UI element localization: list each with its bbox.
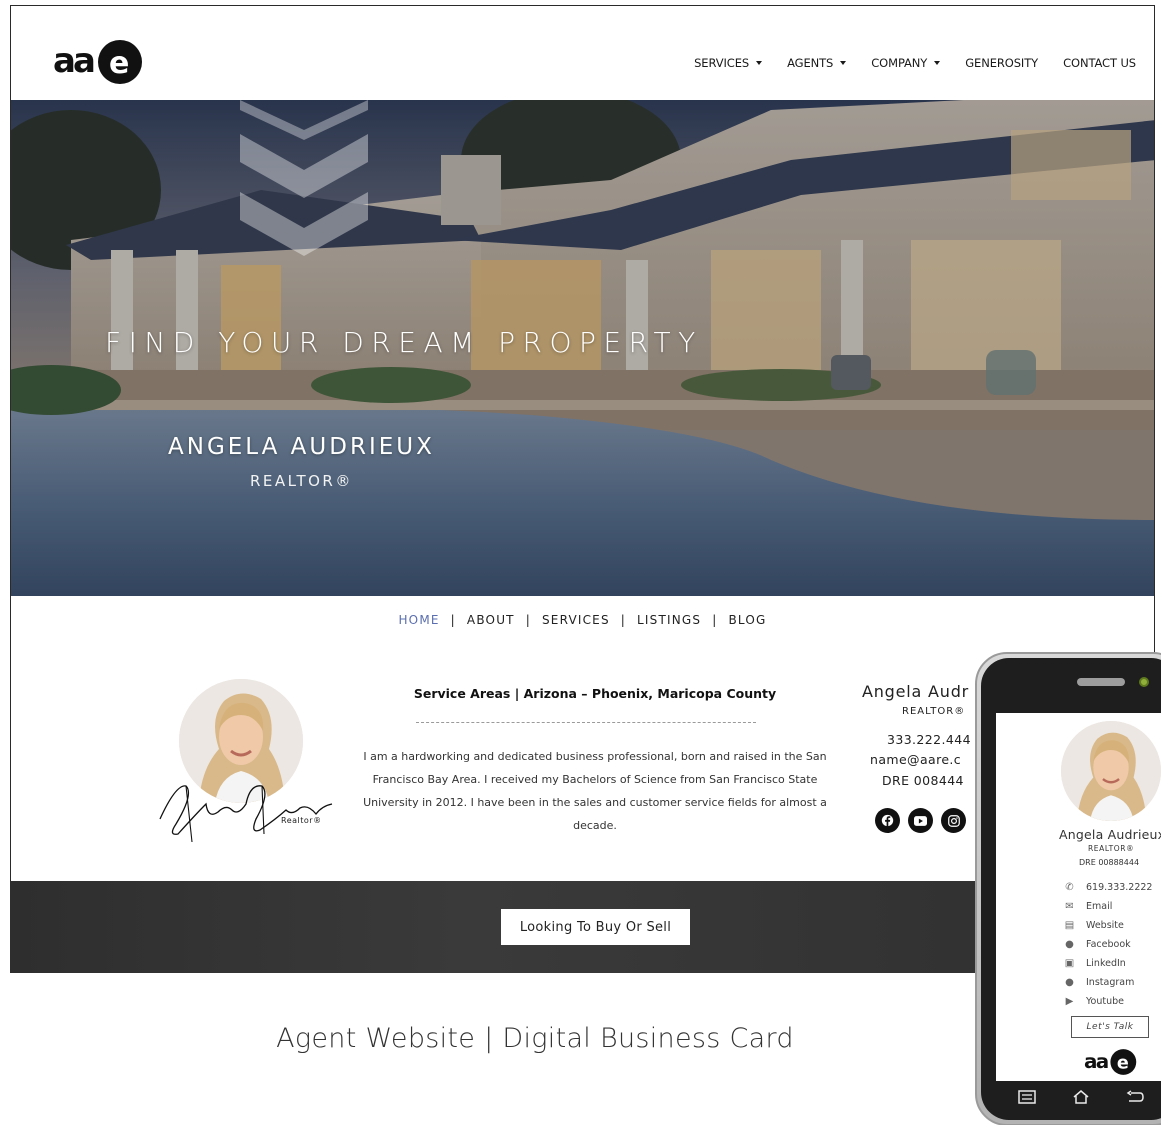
hero-title: FIND YOUR DREAM PROPERTY [105, 326, 703, 359]
svg-text:aa: aa [1084, 1049, 1108, 1073]
subnav-separator: | [712, 613, 718, 627]
card-link-phone[interactable]: ✆ 619.333.2222 [1063, 878, 1152, 897]
nav-services-label: SERVICES [694, 56, 750, 70]
subnav-listings[interactable]: LISTINGS [637, 613, 701, 627]
agent-bio: I am a hardworking and dedicated busines… [363, 750, 827, 832]
nav-contact-us-label: CONTACT US [1063, 56, 1136, 70]
menu-icon[interactable] [1016, 1088, 1038, 1106]
nav-agents-label: AGENTS [787, 56, 834, 70]
social-links [875, 808, 966, 833]
website-icon: ▤ [1064, 920, 1075, 931]
card-link-label: Instagram [1086, 977, 1135, 988]
nav-services[interactable]: SERVICES [694, 56, 763, 70]
subnav-separator: | [525, 613, 531, 627]
lets-talk-button[interactable]: Let's Talk [1071, 1016, 1149, 1038]
scroll-down-chevron-icon[interactable] [240, 100, 368, 260]
agent-subnav: HOME | ABOUT | SERVICES | LISTINGS | BLOG [11, 613, 1154, 627]
contact-phone[interactable]: 333.222.444 [887, 732, 971, 747]
card-link-label: LinkedIn [1086, 958, 1126, 969]
card-links: ✆ 619.333.2222 ✉ Email ▤ Website ● Facebook … [1063, 878, 1153, 1011]
aare-logo[interactable]: aa r e [53, 39, 145, 85]
card-link-instagram[interactable]: ● Instagram [1063, 973, 1152, 992]
card-link-label: Email [1086, 901, 1113, 912]
linkedin-icon: ▣ [1064, 958, 1075, 969]
hero-banner: FIND YOUR DREAM PROPERTY ANGELA AUDRIEUX… [11, 100, 1154, 596]
instagram-icon: ● [1065, 977, 1074, 988]
phone-softkeys [996, 1088, 1161, 1106]
section-divider [416, 722, 756, 723]
email-icon: ✉ [1065, 901, 1074, 912]
facebook-icon[interactable] [875, 808, 900, 833]
signature-caption: Realtor® [281, 816, 322, 825]
card-link-facebook[interactable]: ● Facebook [1063, 935, 1152, 954]
card-agent-name: Angela Audrieux [1059, 827, 1161, 842]
card-link-label: Facebook [1086, 939, 1131, 950]
nav-company[interactable]: COMPANY [871, 56, 941, 70]
digital-business-card-screen: Angela Audrieux REALTOR® DRE 00888444 ✆ 6… [996, 713, 1161, 1081]
card-link-label: 619.333.2222 [1086, 882, 1153, 893]
signature-image [159, 785, 333, 843]
svg-text:aa: aa [53, 41, 94, 81]
service-areas-heading: Service Areas | Arizona – Phoenix, Maric… [413, 686, 777, 701]
card-link-linkedin[interactable]: ▣ LinkedIn [1063, 954, 1152, 973]
svg-text:e: e [1117, 1053, 1129, 1073]
phone-speaker [1077, 678, 1125, 686]
looking-to-buy-or-sell-button[interactable]: Looking To Buy Or Sell [501, 909, 690, 945]
phone-icon: ✆ [1065, 882, 1074, 893]
main-nav: SERVICES AGENTS COMPANY GENEROSITY CONTA… [669, 56, 1136, 70]
card-dre: DRE 00888444 [1079, 858, 1140, 867]
site-header: aa r e SERVICES AGENTS COMPANY GENEROSIT… [11, 6, 1154, 100]
nav-contact-us[interactable]: CONTACT US [1063, 56, 1136, 70]
card-agent-title: REALTOR® [1088, 844, 1135, 853]
card-link-label: Youtube [1086, 996, 1124, 1007]
showcase-caption: Agent Website | Digital Business Card [276, 1023, 794, 1054]
back-icon[interactable] [1124, 1088, 1146, 1106]
chevron-down-icon [934, 61, 941, 65]
card-link-website[interactable]: ▤ Website [1063, 916, 1152, 935]
subnav-blog[interactable]: BLOG [729, 613, 767, 627]
subnav-separator: | [620, 613, 627, 627]
contact-email[interactable]: name@aare.c [870, 752, 961, 767]
phone-camera [1139, 677, 1149, 687]
contact-agent-title: REALTOR® [902, 706, 966, 717]
card-link-label: Website [1086, 920, 1124, 931]
chevron-down-icon [756, 61, 763, 65]
nav-generosity-label: GENEROSITY [965, 56, 1039, 70]
instagram-icon[interactable] [941, 808, 966, 833]
home-icon[interactable] [1070, 1088, 1092, 1106]
youtube-icon[interactable] [908, 808, 933, 833]
contact-dre: DRE 008444 [882, 773, 964, 788]
nav-generosity[interactable]: GENEROSITY [965, 56, 1038, 70]
phone-mockup: Angela Audrieux REALTOR® DRE 00888444 ✆ 6… [975, 652, 1161, 1125]
subnav-services[interactable]: SERVICES [542, 613, 610, 627]
svg-text:e: e [109, 46, 129, 81]
card-portrait [1061, 721, 1161, 821]
youtube-icon: ▶ [1065, 996, 1074, 1007]
subnav-about[interactable]: ABOUT [467, 613, 515, 627]
card-link-youtube[interactable]: ▶ Youtube [1063, 992, 1152, 1011]
card-aare-logo: aa r e [1084, 1049, 1137, 1075]
hero-agent-title: REALTOR® [250, 472, 353, 490]
nav-agents[interactable]: AGENTS [787, 56, 847, 70]
hero-agent-name: ANGELA AUDRIEUX [168, 434, 435, 460]
card-link-email[interactable]: ✉ Email [1063, 897, 1152, 916]
subnav-home[interactable]: HOME [398, 613, 439, 627]
facebook-icon: ● [1065, 939, 1074, 950]
nav-company-label: COMPANY [871, 56, 928, 70]
subnav-separator: | [450, 613, 456, 627]
phone-body: Angela Audrieux REALTOR® DRE 00888444 ✆ 6… [981, 658, 1161, 1120]
chevron-down-icon [840, 61, 847, 65]
contact-agent-name: Angela Audr [862, 682, 970, 701]
